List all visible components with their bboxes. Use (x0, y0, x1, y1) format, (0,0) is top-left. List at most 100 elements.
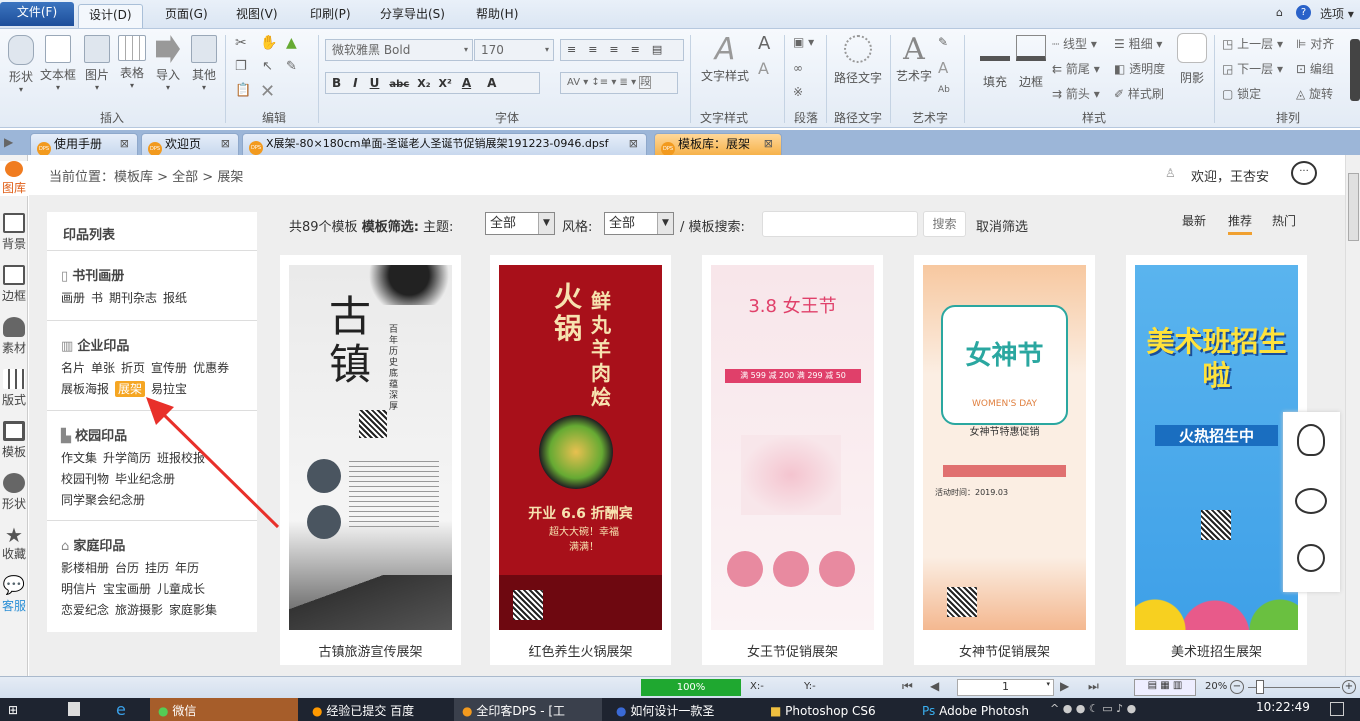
template-title[interactable]: 美术班招生展架 (1126, 641, 1307, 660)
link-flyer[interactable]: 单张 (91, 361, 115, 375)
close-tab-icon[interactable]: ⊠ (629, 134, 638, 154)
zoom-in-button[interactable]: + (1342, 680, 1356, 694)
tab-user-manual[interactable]: DPS 使用手册 ⊠ (30, 133, 138, 156)
menu-share-export[interactable]: 分享导出(S) (370, 4, 455, 28)
leftbar-background[interactable]: 背景 (0, 213, 28, 252)
link-studio-album[interactable]: 影楼相册 (61, 561, 109, 575)
align-buttons[interactable]: ≡≡≡≡▤ (560, 39, 684, 61)
send-backward-button[interactable]: ◲ 下一层 ▾ (1222, 60, 1283, 77)
template-title[interactable]: 古镇旅游宣传展架 (280, 641, 461, 660)
zoom-slider-thumb[interactable] (1256, 680, 1264, 694)
theme-select[interactable]: 全部 ▼ (485, 212, 555, 235)
template-search-input[interactable] (762, 211, 918, 237)
tab-welcome[interactable]: DPS 欢迎页 ⊠ (141, 133, 239, 156)
arrow-head-button[interactable]: ⇉ 箭头 ▾ (1052, 85, 1100, 102)
view-mode-buttons[interactable]: ▤ ▦ ▥ (1134, 679, 1196, 696)
link-newspaper[interactable]: 报纸 (163, 291, 187, 305)
qq-icon[interactable] (1297, 424, 1325, 456)
taskbar-browser[interactable]: ● 经验已提交 百度 (304, 698, 452, 721)
arrow-tail-button[interactable]: ⇇ 箭尾 ▾ (1052, 60, 1100, 77)
link-essay[interactable]: 作文集 (61, 451, 97, 465)
hand-icon[interactable]: ✋ (260, 35, 277, 51)
text-a-icon[interactable]: A (758, 33, 770, 54)
font-size-select[interactable]: 170 ▾ (474, 39, 554, 61)
link-postcard[interactable]: 明信片 (61, 582, 97, 596)
start-icon[interactable]: ⊞ (8, 703, 18, 717)
art-text-button[interactable]: A 艺术字 (894, 33, 934, 84)
art-color-icon[interactable]: A (938, 59, 948, 77)
link-year-calendar[interactable]: 年历 (175, 561, 199, 575)
link-campus-journal[interactable]: 校园刊物 (61, 472, 109, 486)
select-pointer-icon[interactable]: ↖ (262, 59, 273, 74)
sort-popular[interactable]: 热门 (1272, 212, 1296, 229)
font-color-button[interactable]: A (462, 76, 471, 90)
border-button[interactable]: 边框 (1014, 35, 1048, 90)
taskbar-doc[interactable]: ● 如何设计一款圣 (608, 698, 756, 721)
leftbar-template[interactable]: 模板 (0, 421, 28, 460)
paragraph-frame-icon[interactable]: ▣ ▾ (793, 35, 814, 49)
leftbar-layout[interactable]: 版式 (0, 369, 28, 408)
line-type-button[interactable]: ┈ 线型 ▾ (1052, 35, 1097, 52)
ribbon-scroll-handle[interactable] (1350, 39, 1360, 101)
help-icon[interactable]: ? (1296, 5, 1311, 20)
paragraph-format-buttons[interactable]: AV ▾ ↕≡ ▾ ≣ ▾ 段 (560, 72, 678, 94)
menu-file[interactable]: 文件(F) (0, 2, 74, 26)
tab-document[interactable]: DPS X展架-80×180cm单面-圣诞老人圣诞节促销展架191223-0946… (242, 133, 647, 155)
first-page-button[interactable]: ⏮ (902, 679, 913, 694)
rotate-button[interactable]: ◬ 旋转 (1296, 85, 1333, 102)
leftbar-favorites[interactable]: ★ 收藏 (0, 525, 28, 562)
underline-button[interactable]: U (370, 76, 380, 90)
link-family-album[interactable]: 家庭影集 (169, 603, 217, 617)
leftbar-shape[interactable]: 形状 (0, 473, 28, 512)
link-love[interactable]: 恋爱纪念 (61, 603, 109, 617)
menu-page[interactable]: 页面(G) (155, 4, 218, 28)
taskbar-dps[interactable]: ● 全印客DPS - [工 (454, 698, 602, 721)
text-style-button[interactable]: A 文字样式 (700, 33, 750, 84)
link-book[interactable]: 书 (91, 291, 103, 305)
link-icon[interactable]: ∞ (793, 61, 803, 75)
copy-icon[interactable]: ❐ (235, 59, 247, 74)
template-card[interactable]: 古镇 百年历史 底蕴深厚 古镇旅游宣传展架 (280, 255, 461, 665)
art-shape-icon[interactable]: Ab (938, 85, 950, 95)
paste-icon[interactable]: 📋 (235, 83, 251, 98)
highlight-button[interactable]: A (487, 76, 496, 90)
link-baby-album[interactable]: 宝宝画册 (103, 582, 151, 596)
style-select[interactable]: 全部 ▼ (604, 212, 674, 235)
search-button[interactable]: 搜索 (923, 211, 966, 237)
template-title[interactable]: 女神节促销展架 (914, 641, 1095, 660)
link-album[interactable]: 画册 (61, 291, 85, 305)
template-card[interactable]: 火锅 鲜丸羊肉烩 开业 6.6 折酬宾 超大大碗！幸福满满！ 红色养生火锅展架 (490, 255, 671, 665)
link-coupon[interactable]: 优惠券 (193, 361, 229, 375)
link-magazine[interactable]: 期刊杂志 (109, 291, 157, 305)
fill-button[interactable]: 填充 (978, 35, 1012, 90)
menu-print[interactable]: 印刷(P) (300, 4, 361, 28)
link-business-card[interactable]: 名片 (61, 361, 85, 375)
taskbar-folder[interactable]: ■ Photoshop CS6 (762, 698, 910, 721)
sort-newest[interactable]: 最新 (1182, 212, 1206, 229)
close-tab-icon[interactable]: ⊠ (221, 134, 230, 154)
menu-view[interactable]: 视图(V) (226, 4, 288, 28)
link-travel[interactable]: 旅游摄影 (115, 603, 163, 617)
textbox-button[interactable]: 文本框 ▾ (40, 35, 76, 92)
template-card[interactable]: 3.8 女王节 满 599 减 200 满 299 减 50 女王节促销展架 (702, 255, 883, 665)
zoom-out-button[interactable]: − (1230, 680, 1244, 694)
tab-template-library[interactable]: DPS 模板库：展架 ⊠ (654, 133, 782, 156)
art-edit-icon[interactable]: ✎ (938, 35, 948, 49)
italic-button[interactable]: I (353, 76, 357, 90)
lock-button[interactable]: ▢ 锁定 (1222, 85, 1261, 102)
taskbar-photoshop[interactable]: Ps Adobe Photosh (914, 698, 1044, 721)
char-spacing-button[interactable]: AV (567, 77, 580, 88)
link-fold[interactable]: 折页 (121, 361, 145, 375)
path-text-button[interactable]: 路径文字 (832, 33, 884, 86)
link-desk-calendar[interactable]: 台历 (115, 561, 139, 575)
search-icon[interactable] (68, 702, 80, 716)
link-growth[interactable]: 儿童成长 (157, 582, 205, 596)
page-scrollbar[interactable] (1345, 155, 1360, 676)
break-icon[interactable]: ※ (793, 85, 803, 99)
subscript-button[interactable]: X₂ (417, 77, 430, 90)
notification-icon[interactable] (1330, 702, 1344, 716)
template-card[interactable]: 美术班招生啦 火热招生中 美术班招生展架 (1126, 255, 1307, 665)
last-page-button[interactable]: ⏭ (1088, 679, 1099, 694)
font-name-select[interactable]: 微软雅黑 Bold ▾ (325, 39, 473, 61)
other-button[interactable]: 其他 ▾ (189, 35, 219, 92)
